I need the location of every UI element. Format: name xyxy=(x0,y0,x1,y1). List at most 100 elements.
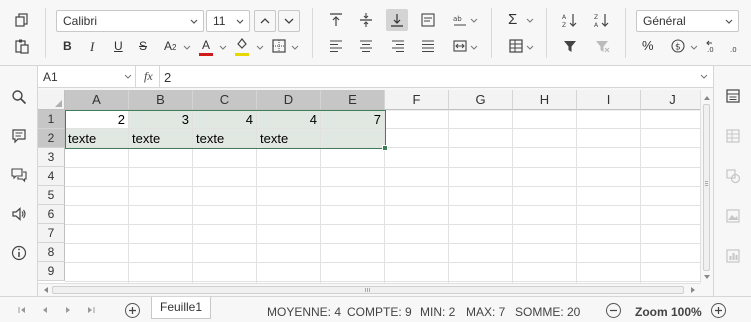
scroll-left-icon[interactable] xyxy=(42,286,50,294)
row-header-8[interactable]: 8 xyxy=(38,243,65,262)
decrease-font-button[interactable] xyxy=(278,10,300,32)
chevron-down-icon[interactable] xyxy=(256,44,264,52)
chevron-down-icon xyxy=(190,19,198,25)
row-header-7[interactable]: 7 xyxy=(38,224,65,243)
search-icon[interactable] xyxy=(9,87,29,107)
column-header-b[interactable]: B xyxy=(129,90,193,110)
table-icon[interactable] xyxy=(506,36,526,56)
scroll-down-icon[interactable] xyxy=(703,273,711,281)
sheet-tab-feuille1[interactable]: Feuille1 xyxy=(151,297,211,319)
add-sheet-button[interactable] xyxy=(125,303,140,318)
chevron-down-icon[interactable] xyxy=(526,44,534,52)
zoom-level: Zoom 100% xyxy=(635,305,702,319)
sort-ascending-icon[interactable]: AZ xyxy=(560,10,580,30)
paste-icon[interactable] xyxy=(12,36,32,56)
chevron-down-icon[interactable] xyxy=(470,44,478,52)
align-top-icon[interactable] xyxy=(326,10,346,30)
status-count: COMPTE: 9 xyxy=(347,305,412,319)
last-sheet-icon[interactable] xyxy=(87,306,95,314)
vertical-scroll-thumb[interactable] xyxy=(703,104,710,271)
chevron-down-icon[interactable] xyxy=(124,73,132,81)
horizontal-scrollbar[interactable] xyxy=(38,283,700,296)
chevron-down-icon[interactable] xyxy=(183,44,191,52)
column-header-f[interactable]: F xyxy=(385,90,449,110)
scroll-right-icon[interactable] xyxy=(689,286,697,294)
cell-settings-icon[interactable] xyxy=(723,86,743,106)
merge-cells-icon[interactable] xyxy=(450,36,470,56)
next-sheet-icon[interactable] xyxy=(64,306,72,314)
zoom-out-button[interactable] xyxy=(606,303,621,318)
column-header-e[interactable]: E xyxy=(321,90,385,110)
column-header-g[interactable]: G xyxy=(449,90,513,110)
align-bottom-icon[interactable] xyxy=(386,9,408,31)
row-header-4[interactable]: 4 xyxy=(38,167,65,186)
currency-icon[interactable]: $ xyxy=(668,36,688,56)
formula-input[interactable]: 2 xyxy=(164,70,171,85)
first-sheet-icon[interactable] xyxy=(18,306,26,314)
align-left-icon[interactable] xyxy=(326,36,346,56)
text-orientation-icon[interactable]: ab xyxy=(450,10,470,30)
decrease-decimal-icon[interactable]: .0 xyxy=(702,36,722,56)
align-right-icon[interactable] xyxy=(388,36,408,56)
column-header-j[interactable]: J xyxy=(641,90,705,110)
zoom-in-button[interactable] xyxy=(711,303,726,318)
chevron-down-icon[interactable] xyxy=(470,17,478,25)
column-header-h[interactable]: H xyxy=(513,90,577,110)
row-header-9[interactable]: 9 xyxy=(38,262,65,281)
horizontal-scroll-thumb[interactable] xyxy=(52,286,684,294)
select-all-corner[interactable] xyxy=(38,90,65,110)
align-middle-icon[interactable] xyxy=(356,10,376,30)
name-box[interactable]: A1 xyxy=(38,66,136,87)
speaker-icon[interactable] xyxy=(9,204,29,224)
filter-icon[interactable] xyxy=(560,36,580,56)
borders-icon[interactable] xyxy=(269,36,289,56)
justify-icon[interactable] xyxy=(418,36,438,56)
clear-filter-icon xyxy=(592,36,612,56)
row-header-5[interactable]: 5 xyxy=(38,186,65,205)
chevron-down-icon[interactable] xyxy=(526,17,534,25)
vertical-scrollbar[interactable] xyxy=(700,90,712,283)
column-header-d[interactable]: D xyxy=(257,90,321,110)
row-header-3[interactable]: 3 xyxy=(38,148,65,167)
number-format-select[interactable]: Général xyxy=(636,10,739,32)
bold-button[interactable]: B xyxy=(63,39,72,53)
chevron-down-icon[interactable] xyxy=(291,44,299,52)
chevron-down-icon xyxy=(284,18,294,24)
italic-button[interactable]: I xyxy=(90,39,94,55)
copy-icon[interactable] xyxy=(12,10,32,30)
shape-settings-icon xyxy=(723,166,743,186)
fill-handle[interactable] xyxy=(382,145,388,151)
sort-descending-icon[interactable]: ZA xyxy=(592,10,612,30)
chevron-down-icon[interactable] xyxy=(690,44,698,52)
increase-decimal-icon[interactable]: .0 xyxy=(728,36,748,56)
increase-font-button[interactable] xyxy=(254,10,276,32)
wrap-text-icon[interactable] xyxy=(418,10,438,30)
percent-button[interactable]: % xyxy=(642,38,654,53)
insert-function-button[interactable]: fx xyxy=(138,66,160,87)
font-size-select[interactable]: 11 xyxy=(206,10,250,32)
previous-sheet-icon[interactable] xyxy=(41,306,49,314)
expand-formula-icon[interactable] xyxy=(700,73,708,81)
column-header-a[interactable]: A xyxy=(65,90,129,110)
row-header-6[interactable]: 6 xyxy=(38,205,65,224)
column-header-i[interactable]: I xyxy=(577,90,641,110)
scroll-up-icon[interactable] xyxy=(703,94,711,102)
comment-icon[interactable] xyxy=(9,126,29,146)
strikethrough-button[interactable]: S xyxy=(139,39,147,53)
autosum-button[interactable]: Σ xyxy=(508,11,517,28)
svg-text:ab: ab xyxy=(453,15,462,23)
row-header-1[interactable]: 1 xyxy=(38,110,65,129)
underline-button[interactable]: U xyxy=(114,39,123,53)
align-center-icon[interactable] xyxy=(356,36,376,56)
text-color-button[interactable]: A xyxy=(202,38,210,52)
plus-icon xyxy=(715,307,722,314)
chat-icon[interactable] xyxy=(9,165,29,185)
row-header-2[interactable]: 2 xyxy=(38,129,65,148)
column-header-c[interactable]: C xyxy=(193,90,257,110)
info-icon[interactable] xyxy=(9,243,29,263)
spreadsheet-grid[interactable]: A B C D E F G H I J 1 2 3 4 5 6 7 8 9 2 … xyxy=(38,90,712,283)
font-name-select[interactable]: Calibri xyxy=(56,10,204,32)
chevron-down-icon[interactable] xyxy=(219,44,227,52)
subscript-button[interactable]: A2 xyxy=(164,39,176,53)
fill-color-icon[interactable] xyxy=(232,34,252,54)
